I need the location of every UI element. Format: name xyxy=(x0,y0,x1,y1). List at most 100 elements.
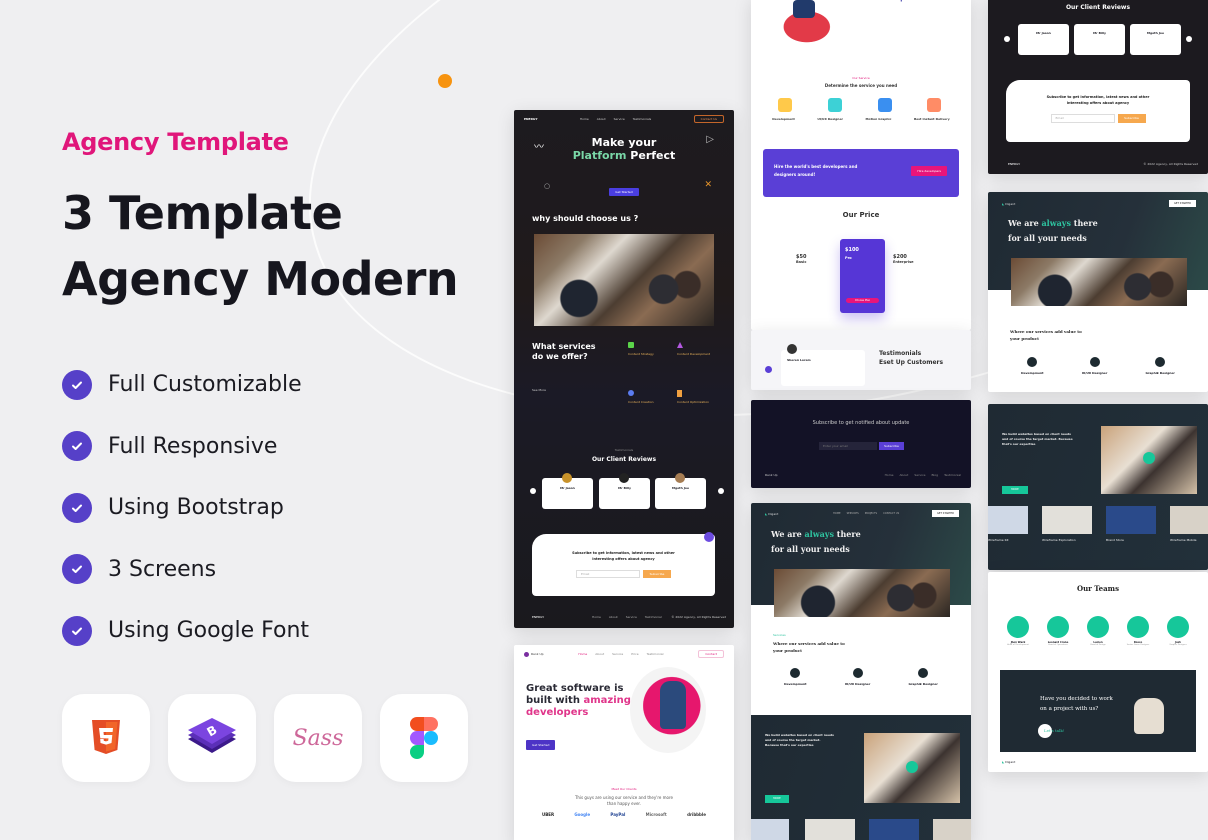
prev-arrow-button[interactable] xyxy=(1004,36,1010,42)
reviewer-name: Mr Billy xyxy=(1093,31,1106,35)
green-nav-cta[interactable]: GET STARTED xyxy=(931,510,959,517)
team-role: Graphic Designer xyxy=(1169,644,1187,646)
green-service-name: UI/UX Designer xyxy=(844,682,871,686)
dark-service-name: Content Strategy xyxy=(628,352,654,356)
team-role: Head of Design xyxy=(1090,644,1106,646)
col3-reviews-title: Our Client Reviews xyxy=(1065,4,1131,11)
green-nav-cta[interactable]: GET STARTED xyxy=(1168,200,1196,207)
service-icon-yellow xyxy=(778,98,792,112)
next-arrow-button[interactable] xyxy=(718,488,724,494)
prev-arrow-button[interactable] xyxy=(530,488,536,494)
dark-subscribe-button[interactable]: Subscribe xyxy=(643,570,671,578)
green-service: Development xyxy=(1021,357,1044,375)
dark-brand: ENERGY xyxy=(524,117,538,121)
green-hero-line-2: for all your needs xyxy=(771,544,850,554)
light-hero-title: Great software is built with amazing dev… xyxy=(526,683,631,719)
green-hero-part: We are xyxy=(1008,218,1039,228)
green-about-button[interactable]: MORE xyxy=(765,795,789,803)
subscribe-button[interactable]: Subscribe xyxy=(879,442,904,450)
dark-nav-cta[interactable]: Contact Us xyxy=(693,115,724,123)
green-nav-link[interactable]: SERVICES xyxy=(847,512,859,515)
footer-link[interactable]: Testimonial xyxy=(944,473,961,477)
footer-link[interactable]: Home xyxy=(885,473,894,477)
green-service: Graphik Designer xyxy=(908,668,938,686)
team-role: Head of Development xyxy=(1007,644,1029,646)
light-nav-link[interactable]: Home xyxy=(578,652,587,656)
light-nav-cta[interactable]: Contact xyxy=(698,650,724,658)
cross-icon: ✕ xyxy=(704,180,712,190)
service-icon-cyan xyxy=(828,98,842,112)
client-logo: dribbble xyxy=(687,812,706,817)
green-about-button[interactable]: MORE xyxy=(1002,486,1028,494)
play-button-icon[interactable] xyxy=(906,761,918,773)
light-hero-button[interactable]: Get Started xyxy=(526,740,556,750)
dark-footer-link[interactable]: Testimonial xyxy=(645,615,662,619)
feature-label: Using Bootstrap xyxy=(108,495,284,521)
light-hero-preview: Rank Up Home About Service Price Testimo… xyxy=(514,645,734,840)
check-circle-icon xyxy=(62,492,92,523)
dark-nav-link[interactable]: Home xyxy=(580,117,589,121)
reviewer-name: Mr Billy xyxy=(618,486,631,490)
dark-nav-link[interactable]: About xyxy=(597,117,606,121)
hire-banner-button[interactable]: Hire developers xyxy=(911,166,947,176)
green-service-name: Graphik Designer xyxy=(908,682,938,686)
light-nav-link[interactable]: Service xyxy=(612,652,623,656)
service-circle-icon xyxy=(1155,357,1166,367)
tool-tile-figma xyxy=(380,694,468,782)
col3-subscribe-button[interactable]: Subscribe xyxy=(1117,114,1146,123)
subscribe-dark-preview: Subscribe to get notified about update E… xyxy=(751,400,971,488)
footer-link[interactable]: About xyxy=(899,473,908,477)
dark-nav: ENERGY Home About Service Testimonials C… xyxy=(514,110,734,128)
portfolio-thumb xyxy=(869,819,919,840)
clients-text: This guys are using our service and they… xyxy=(574,795,674,806)
dark-nav-link[interactable]: Service xyxy=(614,117,625,121)
dark-hero-button[interactable]: Get Started xyxy=(609,188,639,196)
feature-item: Full Responsive xyxy=(62,416,309,478)
cta-button[interactable]: Let's talk! xyxy=(1044,728,1064,733)
light-nav-link[interactable]: Testimonial xyxy=(647,652,664,656)
footer-link[interactable]: Service xyxy=(914,473,925,477)
col3-email-input[interactable]: Email xyxy=(1050,114,1115,123)
footer-link[interactable]: Blog xyxy=(931,473,938,477)
light-nav-link[interactable]: About xyxy=(595,652,604,656)
dark-nav-link[interactable]: Testimonials xyxy=(633,117,651,121)
service-icon-orange xyxy=(677,390,682,397)
chair-illustration xyxy=(1134,698,1164,734)
plan-name: Basic xyxy=(796,260,807,264)
review-card: Mr Billy xyxy=(1074,24,1125,55)
green-nav-link[interactable]: HOME xyxy=(833,512,841,515)
green-nav-link[interactable]: CONTACT US xyxy=(883,512,899,515)
light-nav-link[interactable]: Price xyxy=(631,652,638,656)
light-nav: Rank Up Home About Service Price Testimo… xyxy=(514,645,734,663)
hire-banner: Hire the world's best developers and des… xyxy=(763,149,959,197)
dark-email-input[interactable]: Email xyxy=(576,570,640,578)
reviewer-name: Mr Jason xyxy=(560,486,575,490)
light-services-title: Determine the service you need xyxy=(824,83,898,88)
green-service-name: UI/UX Designer xyxy=(1081,371,1108,375)
green-hero-title: We are always there for all your needs xyxy=(771,527,861,557)
green-nav-link[interactable]: PROJECTS xyxy=(865,512,877,515)
dark-footer-link[interactable]: Service xyxy=(626,615,637,619)
testimonial-nav-dot[interactable] xyxy=(765,366,772,373)
portfolio-thumb xyxy=(1042,506,1092,534)
light-service-name: Motion Graphic xyxy=(865,117,892,121)
feature-label: 3 Screens xyxy=(108,556,217,582)
play-button-icon[interactable] xyxy=(1143,452,1155,464)
service-circle-icon xyxy=(918,668,929,678)
dark-footer-link[interactable]: About xyxy=(609,615,618,619)
clients-eyebrow: Meet Our Clients xyxy=(611,787,637,791)
subscribe-email-input[interactable]: Enter your email xyxy=(819,442,877,450)
dark-service-name: Content Optimization xyxy=(677,400,710,404)
portfolio-title: Brand Store xyxy=(1106,538,1124,542)
tool-tile-bootstrap: B xyxy=(168,694,256,782)
dark-footer-link[interactable]: Home xyxy=(592,615,601,619)
dark-reviews-eyebrow: Testimonials xyxy=(614,448,634,452)
green-hero-part: We are xyxy=(771,529,802,539)
green-brand-name: Digant xyxy=(1005,202,1016,206)
dark-services-link[interactable]: See More xyxy=(532,388,546,392)
col3-subscribe-card: Subscribe to get information, latest new… xyxy=(1006,80,1190,142)
check-circle-icon xyxy=(62,431,92,462)
choose-plan-button[interactable]: Choose Plan xyxy=(846,298,879,303)
next-arrow-button[interactable] xyxy=(1186,36,1192,42)
promo-eyebrow: Agency Template xyxy=(62,128,289,156)
